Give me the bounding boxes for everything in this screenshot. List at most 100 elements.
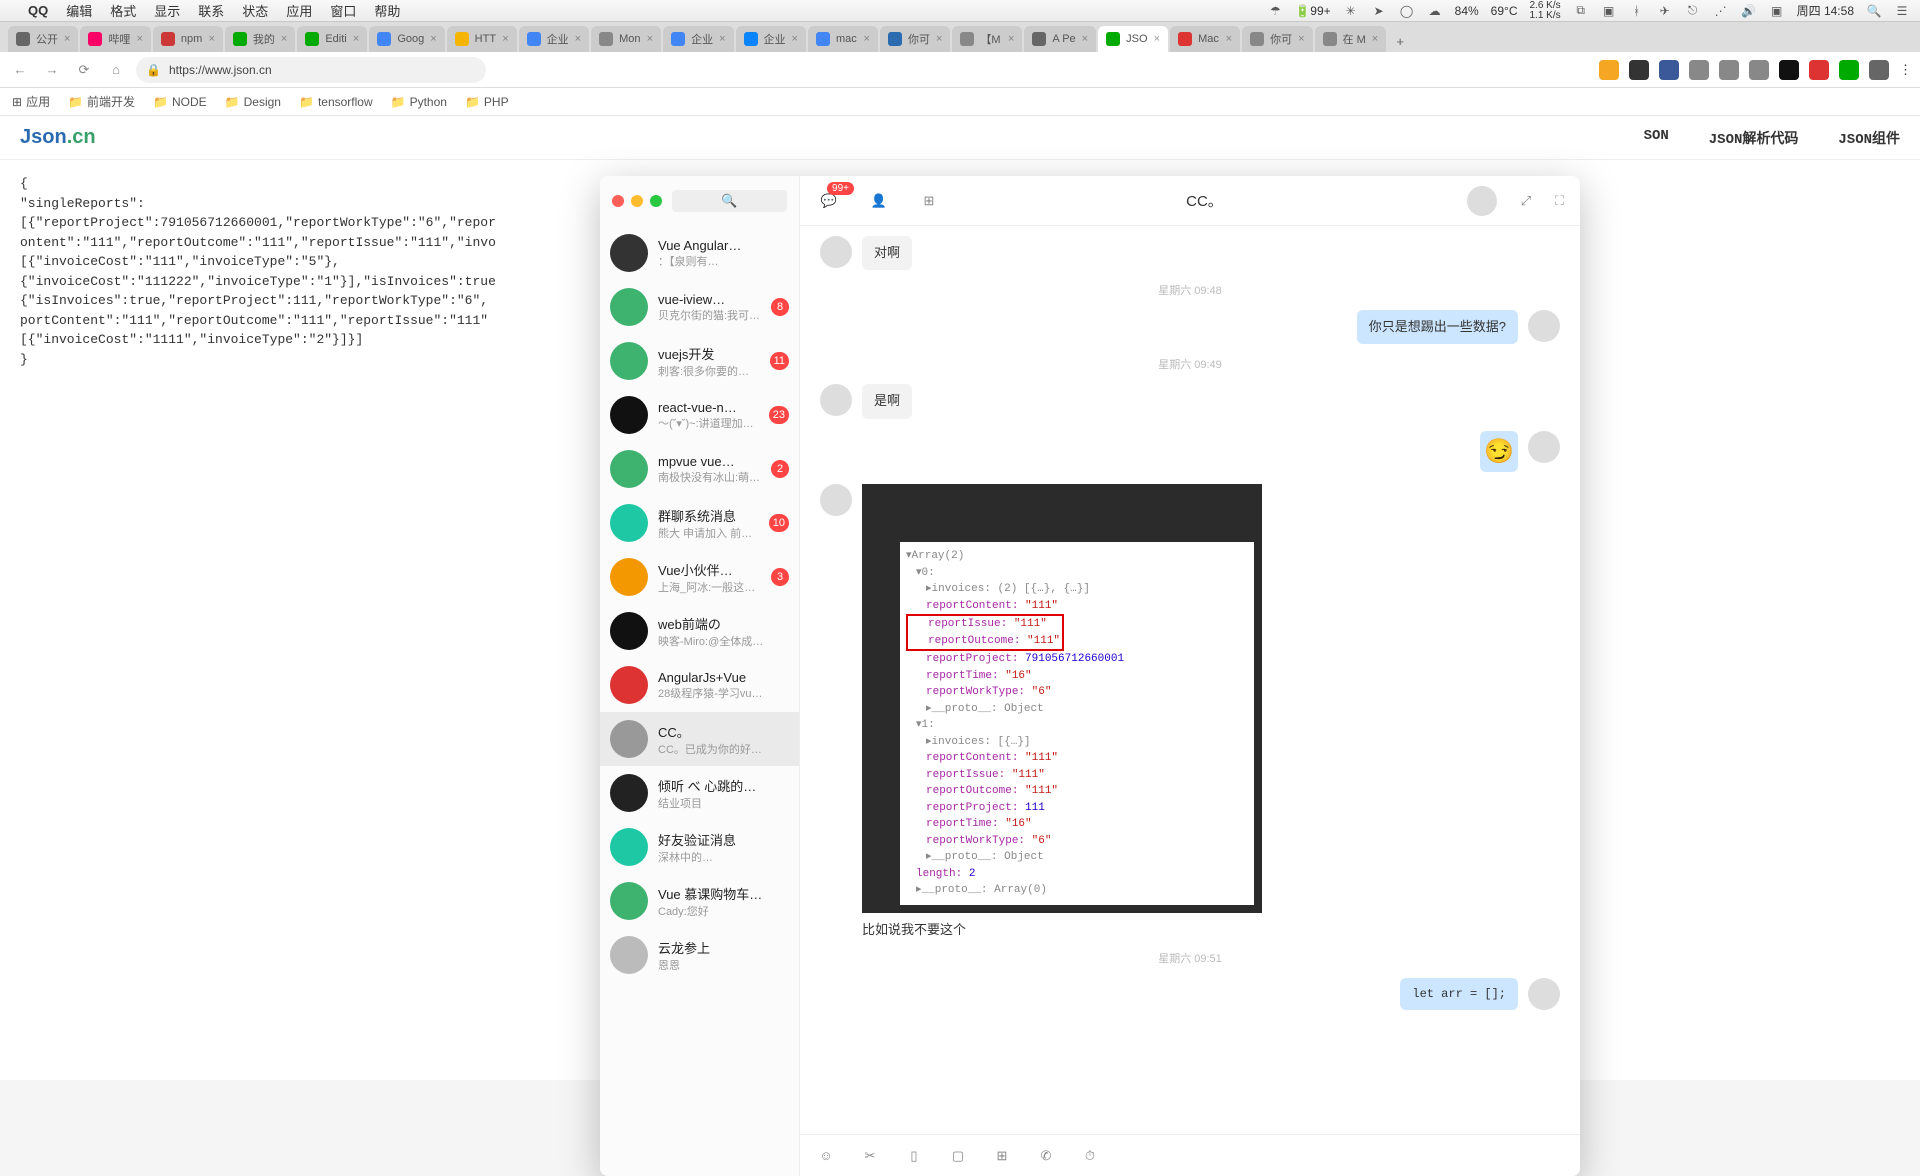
browser-tab[interactable]: 企业× — [736, 26, 806, 52]
wifi-icon[interactable]: ⋰ — [1713, 3, 1729, 19]
menu-status[interactable]: 状态 — [242, 1, 268, 20]
bookmark-folder[interactable]: 📁tensorflow — [299, 95, 373, 109]
bookmark-folder[interactable]: 📁PHP — [465, 95, 509, 109]
apps-icon[interactable]: ⊞ — [916, 188, 942, 214]
contact-item[interactable]: Vue小伙伴…上海_阿冰:一般这样…3 — [600, 550, 799, 604]
browser-tab[interactable]: 【M× — [952, 26, 1022, 52]
ext-icon-1[interactable] — [1599, 60, 1619, 80]
browser-tab[interactable]: 哔哩× — [80, 26, 150, 52]
ext-icon-8[interactable] — [1809, 60, 1829, 80]
avatar[interactable] — [820, 384, 852, 416]
circle-icon[interactable]: ◯ — [1399, 3, 1415, 19]
qq-search-input[interactable]: 🔍 — [672, 190, 787, 212]
emoji-icon[interactable]: ☺ — [816, 1146, 836, 1166]
avatar[interactable] — [1528, 431, 1560, 463]
screenshot-icon[interactable]: ⛶ — [1555, 193, 1564, 209]
app-name[interactable]: QQ — [28, 3, 48, 18]
browser-tab[interactable]: Mac× — [1170, 26, 1240, 52]
browser-tab[interactable]: Editi× — [297, 26, 367, 52]
window-traffic-lights[interactable] — [612, 195, 662, 207]
browser-tab[interactable]: 你可× — [1242, 26, 1312, 52]
contact-item[interactable]: 群聊系统消息熊大 申请加入 前…10 — [600, 496, 799, 550]
ext-icon-2[interactable] — [1629, 60, 1649, 80]
browser-tab[interactable]: JSO× — [1098, 26, 1168, 52]
browser-tab[interactable]: HTT× — [447, 26, 517, 52]
call-icon[interactable]: ✆ — [1036, 1146, 1056, 1166]
ext-icon-4[interactable] — [1689, 60, 1709, 80]
nav-link[interactable]: JSON解析代码 — [1709, 128, 1799, 148]
umbrella-icon[interactable]: ☂ — [1267, 3, 1283, 19]
lan-icon[interactable]: ⎋ — [1685, 3, 1701, 19]
contact-item[interactable]: 好友验证消息深林中的… — [600, 820, 799, 874]
contact-item[interactable]: 云龙参上恩恩 — [600, 928, 799, 982]
browser-tab[interactable]: 你可× — [880, 26, 950, 52]
nav-link[interactable]: SON — [1644, 128, 1669, 148]
contacts-icon[interactable]: 👤 — [866, 188, 892, 214]
dropbox-icon[interactable]: ⧉ — [1573, 3, 1589, 19]
apps-button[interactable]: ⊞应用 — [12, 93, 50, 110]
browser-tab[interactable]: 在 M× — [1315, 26, 1387, 52]
menu-help[interactable]: 帮助 — [374, 1, 400, 20]
cast-icon[interactable]: ▣ — [1601, 3, 1617, 19]
image-bubble[interactable]: ▾Array(2) ▾0: ▸invoices: (2) [{…}, {…}] … — [862, 484, 1262, 913]
reload-button[interactable]: ⟳ — [72, 58, 96, 82]
contact-item[interactable]: mpvue vue…南极快没有冰山:萌…2 — [600, 442, 799, 496]
scissors-icon[interactable]: ✂ — [860, 1146, 880, 1166]
menu-format[interactable]: 格式 — [110, 1, 136, 20]
browser-tab[interactable]: Mon× — [591, 26, 661, 52]
avatar[interactable] — [820, 236, 852, 268]
ext-icon-3[interactable] — [1659, 60, 1679, 80]
contact-item[interactable]: AngularJs+Vue28级程序猿-学习vu… — [600, 658, 799, 712]
plane-icon[interactable]: ✈ — [1657, 3, 1673, 19]
site-logo[interactable]: Json.cn — [20, 126, 96, 149]
history-icon[interactable]: ⏱ — [1080, 1146, 1100, 1166]
clock[interactable]: 周四 14:58 — [1797, 2, 1854, 19]
browser-tab[interactable]: npm× — [153, 26, 223, 52]
browser-tab[interactable]: A Pe× — [1024, 26, 1096, 52]
json-editor[interactable]: { "singleReports": [{"reportProject":791… — [0, 160, 600, 383]
browser-tab[interactable]: 我的× — [225, 26, 295, 52]
ext-icon-6[interactable] — [1749, 60, 1769, 80]
volume-icon[interactable]: 🔊 — [1741, 3, 1757, 19]
messages-icon[interactable]: 💬99+ — [816, 188, 842, 214]
ext-icon-10[interactable] — [1869, 60, 1889, 80]
bookmark-folder[interactable]: 📁Design — [225, 95, 281, 109]
browser-tab[interactable]: 企业× — [663, 26, 733, 52]
calendar-icon[interactable]: ▣ — [1769, 3, 1785, 19]
avatar[interactable] — [1528, 310, 1560, 342]
bookmark-folder[interactable]: 📁Python — [391, 95, 447, 109]
browser-tab[interactable]: mac× — [808, 26, 878, 52]
fan-icon[interactable]: ✳ — [1343, 3, 1359, 19]
cloud-icon[interactable]: ☁ — [1427, 3, 1443, 19]
forward-button[interactable]: → — [40, 58, 64, 82]
menu-edit[interactable]: 编辑 — [66, 1, 92, 20]
contact-item[interactable]: Vue 慕课购物车…Cady:您好 — [600, 874, 799, 928]
url-input[interactable]: 🔒 https://www.json.cn — [136, 57, 486, 83]
folder-icon[interactable]: ▢ — [948, 1146, 968, 1166]
expand-icon[interactable]: ⤢ — [1513, 188, 1539, 214]
menu-app[interactable]: 应用 — [286, 1, 312, 20]
search-icon[interactable]: 🔍 — [1866, 3, 1882, 19]
back-button[interactable]: ← — [8, 58, 32, 82]
browser-tab[interactable]: 公开× — [8, 26, 78, 52]
ext-icon-7[interactable] — [1779, 60, 1799, 80]
nav-link[interactable]: JSON组件 — [1838, 128, 1900, 148]
bookmark-folder[interactable]: 📁NODE — [153, 95, 207, 109]
menu-icon[interactable]: ☰ — [1894, 3, 1910, 19]
avatar[interactable] — [1528, 978, 1560, 1010]
browser-tab[interactable]: Goog× — [369, 26, 444, 52]
maximize-icon[interactable] — [650, 195, 662, 207]
avatar[interactable] — [820, 484, 852, 516]
kebab-icon[interactable]: ⋮ — [1899, 62, 1912, 78]
bookmark-folder[interactable]: 📁前端开发 — [68, 93, 135, 110]
contact-item[interactable]: web前端の映客-Miro:@全体成… — [600, 604, 799, 658]
phone-icon[interactable]: ▯ — [904, 1146, 924, 1166]
image-icon[interactable]: ⊞ — [992, 1146, 1012, 1166]
chat-scroll[interactable]: 对啊 星期六 09:48 你只是想踢出一些数据? 星期六 09:49 是啊 😏 — [800, 226, 1580, 1134]
browser-tab[interactable]: 企业× — [519, 26, 589, 52]
ext-icon-9[interactable] — [1839, 60, 1859, 80]
minimize-icon[interactable] — [631, 195, 643, 207]
bluetooth-icon[interactable]: ᚼ — [1629, 3, 1645, 19]
menu-window[interactable]: 窗口 — [330, 1, 356, 20]
contact-item[interactable]: vuejs开发刺客:很多你要的福…11 — [600, 334, 799, 388]
